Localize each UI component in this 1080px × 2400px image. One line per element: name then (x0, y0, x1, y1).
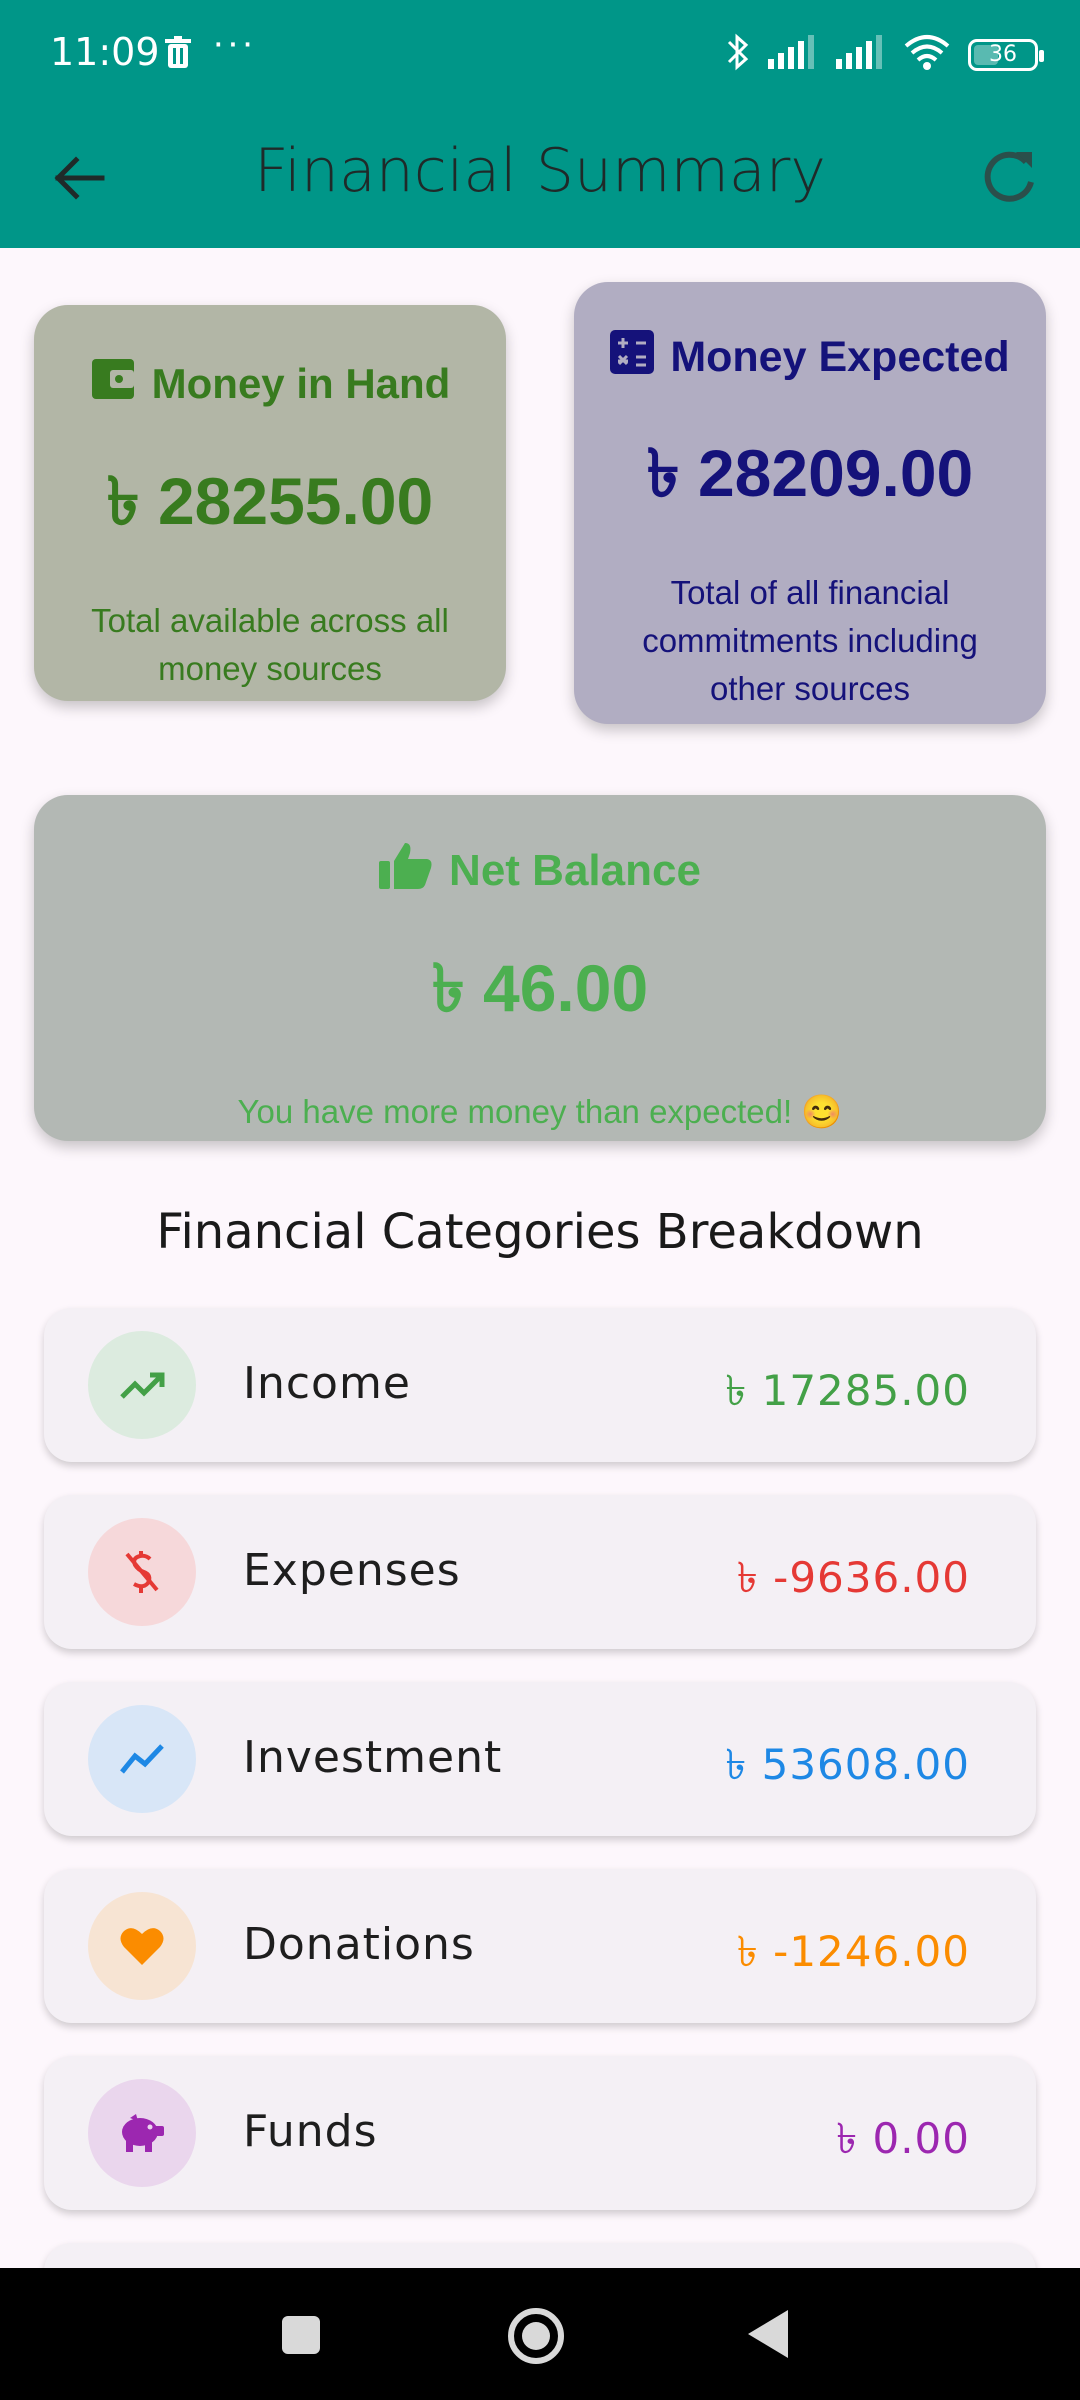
trash-icon (165, 36, 191, 73)
net-balance-amount: ৳ 46.00 (431, 951, 649, 1025)
home-icon[interactable] (508, 2308, 564, 2364)
category-row-expenses[interactable]: Expenses ৳ -9636.00 (44, 1495, 1036, 1649)
signal-icon (768, 35, 818, 74)
category-row-funds[interactable]: Funds ৳ 0.00 (44, 2056, 1036, 2210)
refresh-icon[interactable] (976, 144, 1042, 210)
category-label: Funds (243, 2106, 378, 2157)
category-row-investment[interactable]: Investment ৳ 53608.00 (44, 1682, 1036, 1836)
signal-icon (836, 35, 886, 74)
back-icon[interactable] (748, 2310, 788, 2358)
breakdown-title: Financial Categories Breakdown (156, 1204, 924, 1260)
overflow-dots: ··· (212, 22, 256, 64)
status-bar: 11:09 ··· 36 (0, 0, 1080, 108)
piggy-bank-icon (88, 2079, 196, 2187)
category-value: ৳ 0.00 (836, 2114, 970, 2163)
battery-level: 36 (989, 42, 1017, 67)
wallet-icon (90, 357, 136, 411)
thumbs-up-icon (379, 841, 433, 900)
system-nav-bar (0, 2268, 1080, 2400)
net-balance-title: Net Balance (449, 845, 701, 895)
category-label: Income (243, 1358, 411, 1409)
recent-apps-icon[interactable] (282, 2316, 320, 2354)
trending-up-icon (88, 1331, 196, 1439)
category-label: Expenses (243, 1545, 461, 1596)
page-title: Financial Summary (254, 136, 826, 206)
money-in-hand-title: Money in Hand (151, 360, 451, 407)
calculator-icon (610, 330, 655, 385)
category-value: ৳ -9636.00 (736, 1553, 970, 1602)
category-row-donations[interactable]: Donations ৳ -1246.00 (44, 1869, 1036, 2023)
category-list: Income ৳ 17285.00 Expenses ৳ -9636.00 In… (44, 1308, 1036, 2316)
money-off-icon (88, 1518, 196, 1626)
wifi-icon (904, 34, 950, 75)
category-value: ৳ 53608.00 (725, 1740, 970, 1789)
category-label: Donations (243, 1919, 475, 1970)
category-label: Investment (243, 1732, 503, 1783)
status-time: 11:09 (50, 30, 160, 74)
money-expected-amount: ৳ 28209.00 (646, 436, 974, 510)
battery-icon: 36 (968, 38, 1044, 71)
app-bar: Financial Summary (0, 108, 1080, 248)
money-in-hand-card: Money in Hand ৳ 28255.00 Total available… (34, 305, 506, 701)
category-row-income[interactable]: Income ৳ 17285.00 (44, 1308, 1036, 1462)
net-balance-card: Net Balance ৳ 46.00 You have more money … (34, 795, 1046, 1141)
money-expected-title: Money Expected (670, 333, 1010, 381)
category-value: ৳ 17285.00 (725, 1366, 970, 1415)
money-in-hand-amount: ৳ 28255.00 (106, 464, 434, 538)
money-in-hand-description: Total available across all money sources (91, 602, 449, 687)
money-expected-description: Total of all financial commitments inclu… (642, 574, 978, 707)
status-icons: 36 (726, 32, 1044, 77)
heart-icon (88, 1892, 196, 2000)
money-expected-card: Money Expected ৳ 28209.00 Total of all f… (574, 282, 1046, 724)
show-chart-icon (88, 1705, 196, 1813)
bluetooth-icon (726, 32, 750, 77)
net-balance-description: You have more money than expected! 😊 (237, 1093, 843, 1130)
category-value: ৳ -1246.00 (736, 1927, 970, 1976)
